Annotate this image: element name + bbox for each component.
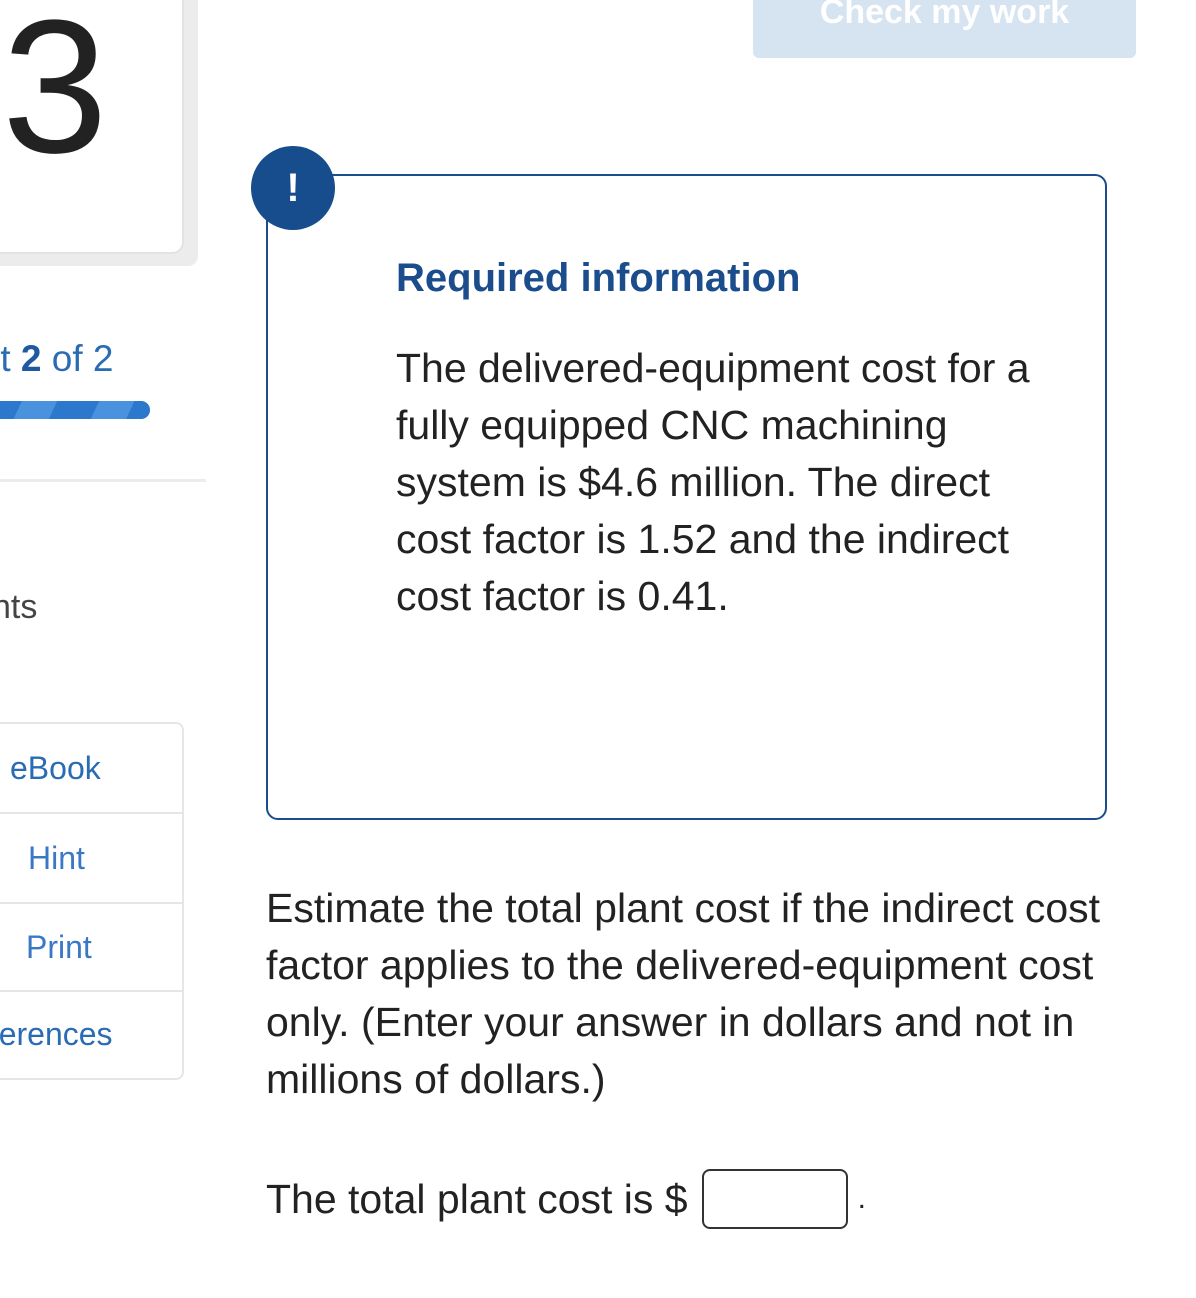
references-button[interactable]: eferences (0, 992, 182, 1076)
answer-row: The total plant cost is $ . (266, 1166, 866, 1232)
question-number-card: 3 (0, 0, 184, 254)
tools-panel: eBook Hint Print eferences (0, 722, 184, 1080)
points-label: nts (0, 588, 38, 626)
print-label: Print (26, 928, 92, 965)
required-information-title: Required information (396, 256, 801, 300)
part-current: 2 (20, 338, 42, 379)
answer-label: The total plant cost is $ (266, 1175, 688, 1222)
total-plant-cost-input[interactable] (701, 1169, 848, 1229)
answer-suffix: . (857, 1182, 866, 1215)
print-button[interactable]: Print (0, 904, 182, 992)
divider (0, 479, 206, 482)
alert-icon: ! (251, 146, 335, 230)
page: 3 rt 2 of 2 nts eBook Hint Print eferenc… (0, 0, 1196, 1298)
question-number: 3 (2, 0, 108, 193)
ebook-label: eBook (10, 749, 101, 786)
part-progress-bar (0, 401, 150, 419)
hint-label: Hint (28, 839, 85, 876)
ebook-button[interactable]: eBook (0, 724, 182, 814)
part-suffix: of 2 (41, 338, 114, 379)
check-my-work-button[interactable]: Check my work (753, 0, 1136, 58)
question-prompt: Estimate the total plant cost if the ind… (266, 885, 1101, 1102)
part-prefix: rt (0, 338, 11, 379)
part-indicator: rt 2 of 2 (0, 338, 113, 380)
required-information-text: The delivered-equipment cost for a fully… (396, 345, 1030, 619)
part-progress-fill (0, 401, 150, 419)
references-label: eferences (0, 1015, 113, 1052)
hint-button[interactable]: Hint (0, 814, 182, 904)
